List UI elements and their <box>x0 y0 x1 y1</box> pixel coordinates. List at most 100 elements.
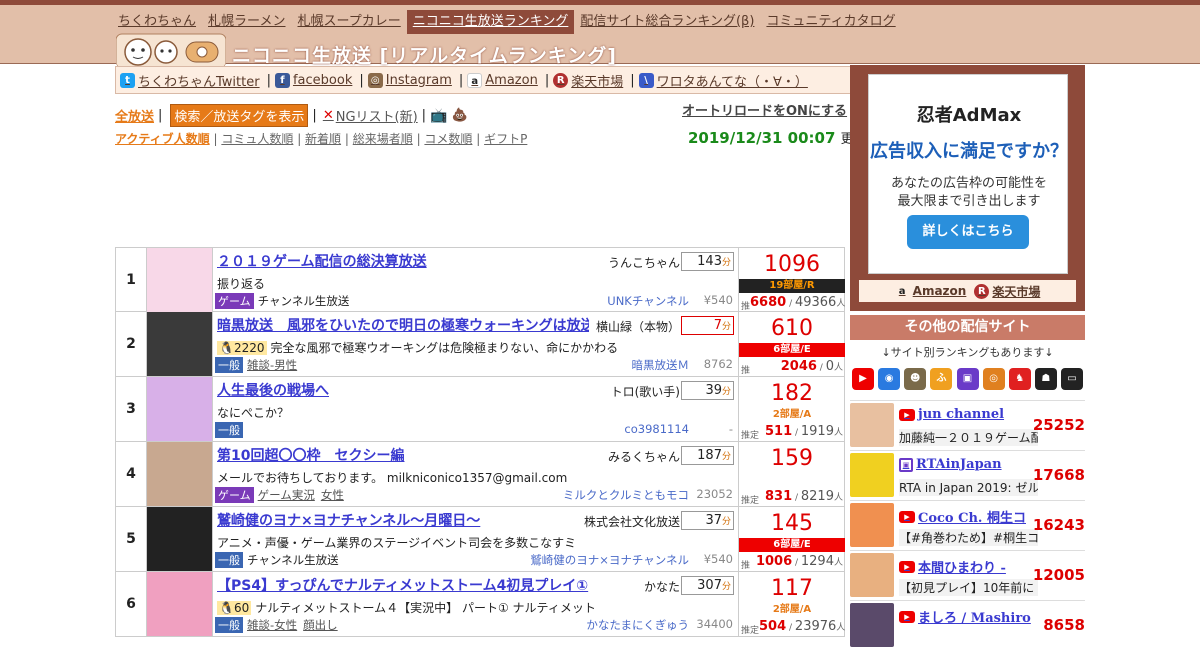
channel-link[interactable]: 鷲崎健のヨナ×ヨナチャンネル <box>530 552 689 568</box>
channel-name-link[interactable]: ▶ jun channel <box>899 407 1004 422</box>
cavetube-icon[interactable]: ☻ <box>904 368 927 390</box>
showroom-icon[interactable]: ◎ <box>982 368 1005 390</box>
nav-item-total-ranking[interactable]: 配信サイト総合ランキング(β) <box>574 10 760 34</box>
rank-number: 2 <box>116 312 147 376</box>
social-link-amazon[interactable]: a Amazon <box>467 72 538 88</box>
nav-item-soupcurry[interactable]: 札幌スープカレー <box>292 10 407 34</box>
list-item: ▣ RTAinJapan RTA in Japan 2019: ゼルダ 17668 <box>850 450 1085 500</box>
channel-name-link[interactable]: ▶ 本間ひまわり - <box>899 557 1006 576</box>
sort-community[interactable]: コミュ人数順 <box>221 132 293 146</box>
channel-avatar[interactable] <box>850 603 894 647</box>
other-sites-header: その他の配信サイト <box>850 315 1085 340</box>
broadcast-thumbnail[interactable] <box>147 442 213 506</box>
broadcast-tag[interactable]: 雑談-男性 <box>247 357 297 373</box>
ng-list-link[interactable]: ✕ NGリスト(新) <box>323 106 418 125</box>
broadcast-tag[interactable]: ゲーム実況 <box>258 487 315 503</box>
category-badge: 一般 <box>215 422 243 438</box>
channel-link[interactable]: かなたまにくぎゅう <box>586 617 689 633</box>
broadcast-description: メールでお待ちしております。 milkniconico1357@gmail.co… <box>217 469 732 486</box>
channel-link[interactable]: ミルクとクルミともモコ <box>563 487 689 503</box>
furecchi-icon[interactable]: ふ <box>930 368 953 390</box>
chikuwa-logo-icon[interactable] <box>116 30 226 68</box>
total-visitors: 0 <box>825 359 834 374</box>
tv-icon[interactable]: 📺 <box>430 108 447 124</box>
nav-item-community-catalog[interactable]: コミュニティカタログ <box>760 10 901 34</box>
ad-text-line: 最大限まで引き出します <box>897 194 1041 209</box>
channel-name: jun channel <box>918 407 1005 422</box>
sort-active[interactable]: アクティブ人数順 <box>115 132 210 146</box>
ad-banner[interactable]: 忍者AdMax 広告収入に満足ですか？ あなたの広告枠の可能性を 最大限まで引き出… <box>868 74 1068 274</box>
sidebar-link-rakuten[interactable]: R 楽天市場 <box>974 283 1040 300</box>
active-viewers: 504 <box>759 619 787 634</box>
broadcast-tag[interactable]: 女性 <box>321 487 344 503</box>
social-link-instagram[interactable]: ◎ Instagram <box>367 72 452 88</box>
viewer-unit: 人 <box>836 623 846 633</box>
ad-details-button[interactable]: 詳しくはこちら <box>907 215 1029 249</box>
update-datetime: 2019/12/31 00:07 <box>688 129 836 147</box>
twitch-icon[interactable]: ▣ <box>956 368 979 390</box>
broadcast-tag[interactable]: 雑談-女性 <box>247 617 297 633</box>
show-tags-button[interactable]: 検索／放送タグを表示 <box>170 104 309 127</box>
minutes-unit: 分 <box>721 517 731 527</box>
social-link-facebook[interactable]: f facebook <box>274 72 352 88</box>
broadcast-thumbnail[interactable] <box>147 572 213 636</box>
autoreload-link[interactable]: オートリロードをONにする <box>682 100 847 119</box>
broadcast-thumbnail[interactable] <box>147 377 213 441</box>
broadcast-title-link[interactable]: 暗黒放送 風邪をひいたので明日の極寒ウォーキングは放送 <box>217 315 589 335</box>
sidebar-ad-panel: 忍者AdMax 広告収入に満足ですか？ あなたの広告枠の可能性を 最大限まで引き出… <box>850 65 1085 311</box>
channel-avatar[interactable] <box>850 453 894 497</box>
all-broadcasts-link[interactable]: 全放送 <box>115 106 154 125</box>
broadcast-title-link[interactable]: 【PS4】すっぴんでナルティメットストーム4初見プレイ① <box>217 575 589 595</box>
social-link-label: ワロタあんてな（・∀・） <box>656 74 808 90</box>
sort-visitors[interactable]: 総来場者順 <box>353 132 413 146</box>
rank-number: 6 <box>116 572 147 636</box>
channel-link[interactable]: UNKチャンネル <box>607 293 689 309</box>
twitter-icon: t <box>120 72 135 88</box>
channel-link[interactable]: 暗黒放送Ｍ <box>632 357 690 373</box>
channel-name-link[interactable]: ▣ RTAinJapan <box>899 457 1002 472</box>
broadcast-description: 🐧60 ナルティメットストーム４【実況中】 パート① ナルティメット <box>217 599 732 616</box>
broadcast-title-link[interactable]: 鷲崎健のヨナ×ヨナチャンネル〜月曜日〜 <box>217 510 589 530</box>
channel-name: RTAinJapan <box>916 457 1002 472</box>
youtube-icon: ▶ <box>899 408 915 421</box>
broadcast-thumbnail[interactable] <box>147 312 213 376</box>
social-link-twitter[interactable]: t ちくわちゃんTwitter <box>120 71 260 90</box>
level-value: 60 <box>233 601 250 615</box>
minutes-value: 39 <box>705 383 722 398</box>
channel-name-link[interactable]: ▶ Coco Ch. 桐生コ <box>899 507 1026 526</box>
sort-new[interactable]: 新着順 <box>305 132 341 146</box>
nav-item-nicolive-ranking[interactable]: ニコニコ生放送ランキング <box>406 10 575 34</box>
table-row: 1 ２０１９ゲーム配信の総決算放送 うんこちゃん 143分 振り返る ゲーム チ… <box>115 247 845 312</box>
poop-icon[interactable]: 💩 <box>452 108 468 123</box>
broadcast-title-link[interactable]: 第10回超〇〇枠 セクシー編 <box>217 445 589 465</box>
broadcast-thumbnail[interactable] <box>147 248 213 312</box>
sort-comments[interactable]: コメ数順 <box>424 132 472 146</box>
broadcast-title-link[interactable]: ２０１９ゲーム配信の総決算放送 <box>217 251 589 271</box>
platform-icons: ▶ ◉ ☻ ふ ▣ ◎ ♞ ☗ ▭ <box>850 368 1085 390</box>
channel-avatar[interactable] <box>850 403 894 447</box>
elapsed-minutes: 39分 <box>681 381 734 400</box>
channel-avatar[interactable] <box>850 553 894 597</box>
broadcast-tag[interactable]: 顔出し <box>303 617 338 633</box>
channel-avatar[interactable] <box>850 503 894 547</box>
openrec-icon[interactable]: ◉ <box>878 368 901 390</box>
rakuten-icon: R <box>974 283 990 299</box>
broadcast-thumbnail[interactable] <box>147 507 213 571</box>
channel-link[interactable]: co3981114 <box>624 422 689 436</box>
category-badge: 一般 <box>215 617 243 633</box>
whowatch-icon[interactable]: ☗ <box>1034 368 1057 390</box>
channel-name-link[interactable]: ▶ ましろ / Mashiro <box>899 607 1031 626</box>
separator: | <box>630 72 635 88</box>
viewer-unit: 人 <box>833 558 843 568</box>
sidebar-link-amazon[interactable]: a Amazon <box>895 284 967 299</box>
viewer-unit: 人 <box>833 363 843 373</box>
sort-gift[interactable]: ギフトP <box>484 132 527 146</box>
youtube-icon[interactable]: ▶ <box>852 368 874 390</box>
social-link-warota[interactable]: \ ワロタあんてな（・∀・） <box>638 71 808 90</box>
mildom-icon[interactable]: ♞ <box>1008 368 1031 390</box>
broadcast-title-link[interactable]: 人生最後の戦場へ <box>217 380 589 400</box>
viewer-count: 8658 <box>1043 616 1085 634</box>
social-link-rakuten[interactable]: R 楽天市場 <box>553 71 623 90</box>
tv-icon[interactable]: ▭ <box>1061 368 1083 390</box>
social-links-bar: t ちくわちゃんTwitter | f facebook | ◎ Instagram … <box>115 66 851 94</box>
